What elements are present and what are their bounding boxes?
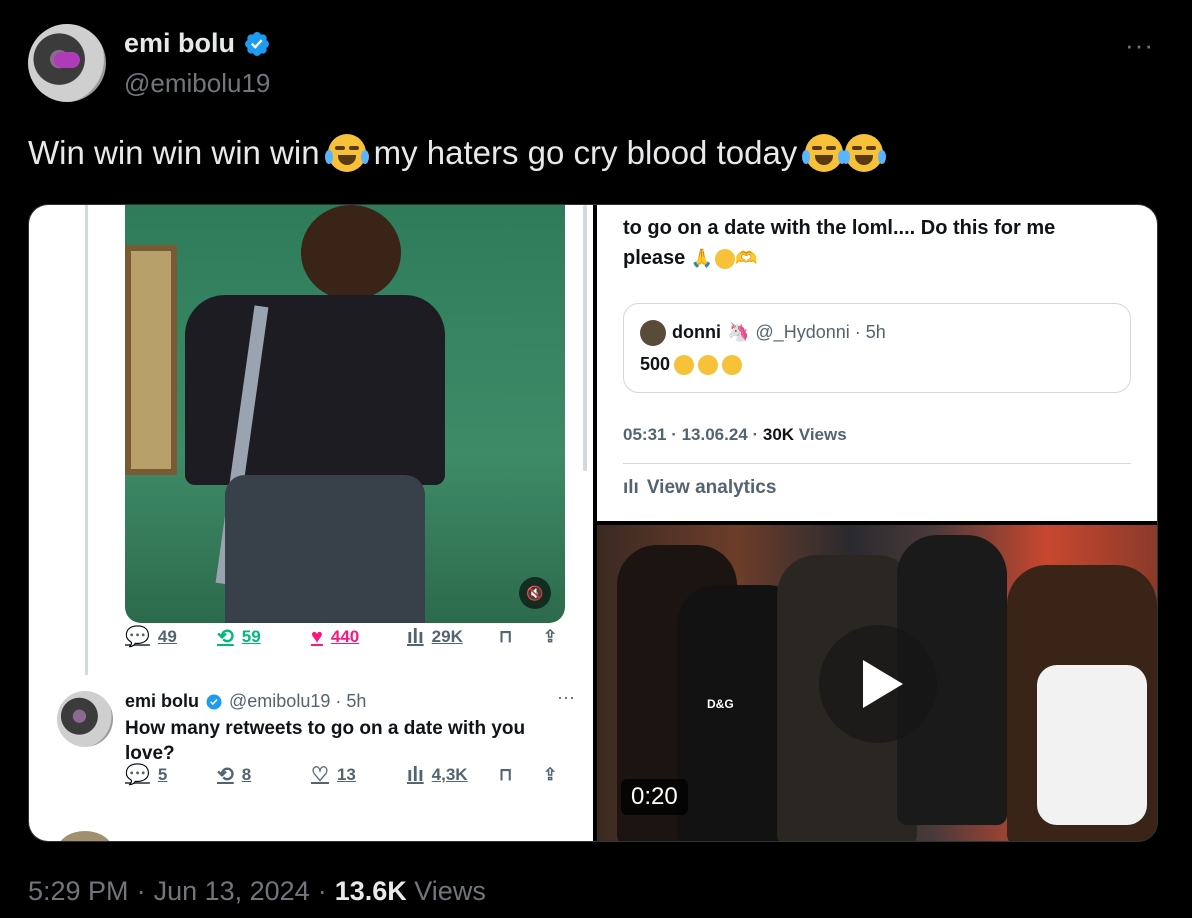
embedded-timestamp: 05:31 · 13.06.24 · [623, 425, 763, 444]
tears-of-joy-emoji-icon [674, 354, 695, 375]
analytics-icon: ılı [407, 626, 424, 648]
tweet-views-label: Views [414, 876, 486, 906]
separator: · [136, 876, 146, 906]
tweet-date[interactable]: Jun 13, 2024 [154, 876, 310, 907]
views-count: 29K [431, 627, 463, 646]
likes-count: 13 [336, 765, 356, 784]
media-grid[interactable]: 🔇 💬 49 ⟲ 59 ♥ 440 ılı 29K ⊓ ⇪ emi bolu @emib… [28, 204, 1158, 842]
embedded-views-count: 30K [762, 425, 795, 444]
author-avatar[interactable] [28, 24, 106, 102]
reply-icon: 💬 [125, 626, 150, 648]
reply-header: emi bolu @emibolu19 · 5h [125, 691, 366, 712]
metric-views: ılı 4,3K [407, 765, 468, 785]
video-duration: 0:20 [621, 779, 688, 815]
embedded-views-label: Views [794, 425, 847, 444]
quote-avatar [640, 320, 666, 346]
embedded-meta-line: 05:31 · 13.06.24 · 30K Views [623, 425, 847, 445]
heart-hands-emoji-icon: 🫶 [735, 248, 758, 268]
tweet-footer: 5:29 PM · Jun 13, 2024 · 13.6K Views [28, 876, 486, 907]
play-button[interactable] [819, 625, 937, 743]
reply-handle-time: @emibolu19 · 5h [229, 691, 367, 711]
quote-name: donni [672, 322, 721, 342]
replies-count: 49 [157, 627, 177, 646]
quote-text-value: 500 [640, 354, 671, 374]
metric-retweets: ⟲ 8 [217, 765, 251, 785]
likes-count: 440 [330, 627, 360, 646]
embedded-tweet-text: to go on a date with the loml.... Do thi… [623, 213, 1143, 273]
tears-of-joy-emoji-icon [842, 134, 887, 172]
quote-text: 500 [640, 354, 743, 375]
tweet-text: Win win win win win my haters go cry blo… [28, 134, 887, 172]
tears-of-joy-emoji-icon [802, 134, 847, 172]
retweets-count: 8 [241, 765, 252, 784]
unicorn-emoji-icon: 🦄 [726, 322, 750, 342]
heart-outline-icon: ♡ [311, 764, 329, 786]
reply-icon: 💬 [125, 764, 150, 786]
bookmark-icon: ⊓ [499, 765, 513, 784]
reply-more-icon: ··· [557, 687, 575, 707]
metric-replies: 💬 49 [125, 627, 177, 647]
metric-views: ılı 29K [407, 627, 463, 647]
reply-name: emi bolu [125, 691, 200, 711]
folded-hands-emoji-icon: 🙏 [690, 248, 714, 268]
media-video[interactable]: D&G 0:20 [597, 525, 1157, 841]
quote-card: donni 🦄 @_Hydonni · 5h 500 [623, 303, 1131, 393]
more-options-icon[interactable]: ··· [1125, 30, 1154, 61]
quote-handle-time: @_Hydonni · 5h [755, 322, 886, 342]
embedded-video-thumbnail: 🔇 [125, 205, 565, 623]
views-count: 4,3K [431, 765, 468, 784]
embedded-text-line1: to go on a date with the loml.... Do thi… [623, 217, 1056, 239]
thread-line [85, 205, 88, 675]
replies-count: 5 [157, 765, 168, 784]
embedded-text-line2: please 🙏 🫶 [623, 243, 1143, 273]
quote-header: donni 🦄 @_Hydonni · 5h [672, 322, 886, 343]
metric-retweets: ⟲ 59 [217, 627, 261, 647]
retweets-count: 59 [241, 627, 261, 646]
retweet-icon: ⟲ [217, 626, 234, 648]
reply-avatar [57, 691, 113, 747]
scrollbar [583, 205, 587, 471]
tears-of-joy-emoji-icon [722, 354, 743, 375]
tweet-time[interactable]: 5:29 PM [28, 876, 129, 907]
author-name-row[interactable]: emi bolu [124, 28, 271, 59]
share-icon: ⇪ [543, 627, 558, 646]
embedded-text-please: please [623, 247, 686, 269]
analytics-icon: ılı [407, 764, 424, 786]
metric-likes: ♥ 440 [311, 627, 359, 647]
reply-text: How many retweets to go on a date with y… [125, 718, 526, 764]
mute-icon: 🔇 [519, 577, 551, 609]
tweet-text-part1: Win win win win win [28, 134, 320, 171]
metric-likes: ♡ 13 [311, 765, 356, 785]
separator: · [317, 876, 327, 906]
shirt-text: D&G [707, 697, 734, 711]
share-icon: ⇪ [543, 765, 558, 784]
tweet-text-part2: my haters go cry blood today [373, 134, 798, 171]
media-image-left[interactable]: 🔇 💬 49 ⟲ 59 ♥ 440 ılı 29K ⊓ ⇪ emi bolu @emib… [29, 205, 593, 841]
retweet-icon: ⟲ [217, 764, 234, 786]
metric-replies: 💬 5 [125, 765, 167, 785]
tears-of-joy-emoji-icon [715, 248, 736, 269]
verified-badge-icon [245, 31, 269, 56]
verified-badge-icon [206, 694, 222, 709]
bookmark-icon: ⊓ [499, 627, 513, 646]
author-display-name[interactable]: emi bolu [124, 28, 235, 59]
author-handle[interactable]: @emibolu19 [124, 68, 270, 99]
tweet-views-count: 13.6K [334, 876, 407, 906]
divider [623, 463, 1131, 464]
view-analytics-link: ılı View analytics [623, 477, 776, 499]
tears-of-joy-emoji-icon [324, 134, 369, 172]
embedded-reply: emi bolu @emibolu19 · 5h ··· How many re… [29, 675, 593, 841]
media-image-right-top[interactable]: to go on a date with the loml.... Do thi… [597, 205, 1157, 521]
analytics-icon: ılı [623, 477, 639, 498]
view-analytics-label: View analytics [646, 477, 777, 498]
tears-of-joy-emoji-icon [698, 354, 719, 375]
heart-icon: ♥ [311, 626, 323, 648]
